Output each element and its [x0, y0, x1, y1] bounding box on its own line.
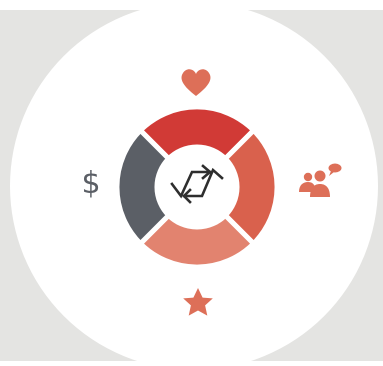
donut-center [159, 149, 235, 225]
donut-infographic: $ [0, 0, 383, 366]
dollar-icon: $ [81, 166, 101, 201]
infographic-canvas [0, 2, 383, 366]
